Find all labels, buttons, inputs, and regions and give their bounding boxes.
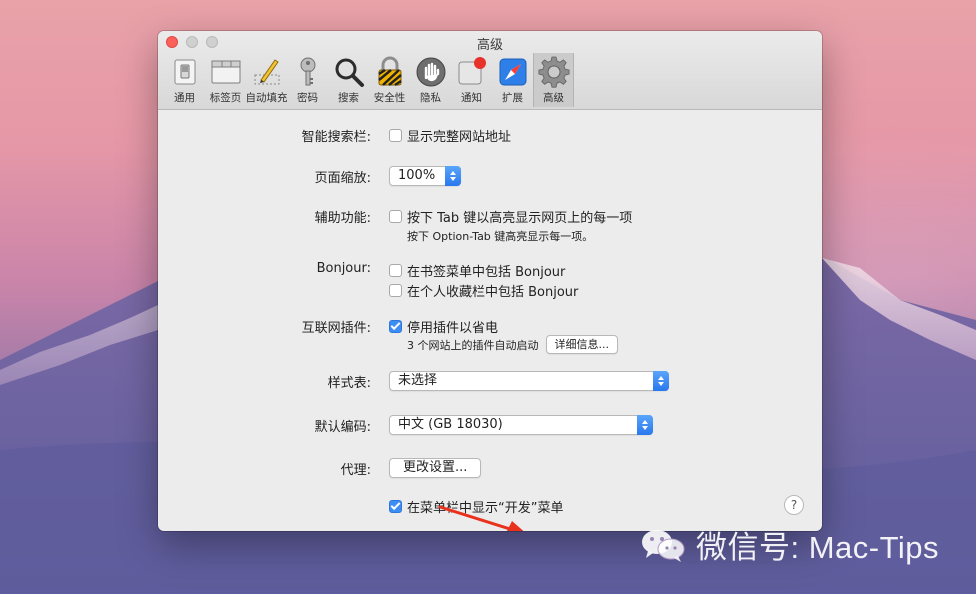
default-encoding-value: 中文 (GB 18030) [398,417,503,432]
default-encoding-select[interactable]: 中文 (GB 18030) [389,415,653,435]
tab-search[interactable]: 搜索 [328,53,369,107]
bonjour-bookmarks-menu-checkbox[interactable] [389,264,402,277]
bonjour-favorites-bar-checkbox[interactable] [389,284,402,297]
show-full-address-checkbox[interactable] [389,129,402,142]
preferences-window: 高级 通用 标签页 自动填充 密码 搜索 安全性 隐私 通知 扩展 高级 智能搜… [158,31,822,531]
stop-plugins-checkbox[interactable] [389,320,402,333]
tab-passwords-label: 密码 [297,92,318,104]
tab-search-label: 搜索 [338,92,359,104]
stylesheet-select[interactable]: 未选择 [389,371,669,391]
tab-tabs[interactable]: 标签页 [205,53,246,107]
tab-extensions[interactable]: 扩展 [492,53,533,107]
lock-icon [377,56,402,87]
accessibility-label: 辅助功能: [314,211,371,226]
switch-icon [174,59,195,85]
bonjour-label: Bonjour: [316,261,371,276]
smart-search-label: 智能搜索栏: [301,130,371,145]
tab-security-label: 安全性 [373,92,406,104]
internet-plugins-label: 互联网插件: [301,321,371,336]
stop-plugins-option[interactable]: 停用插件以省电 [389,317,498,336]
bonjour-favorites-bar-option[interactable]: 在个人收藏栏中包括 Bonjour [389,281,578,300]
tab-tabs-label: 标签页 [209,92,242,104]
show-full-address-text: 显示完整网站地址 [407,130,512,145]
gear-icon [538,56,569,88]
tab-autofill-label: 自动填充 [245,92,288,104]
tab-autofill[interactable]: 自动填充 [245,53,288,107]
tab-general[interactable]: 通用 [164,53,205,107]
tab-privacy[interactable]: 隐私 [410,53,451,107]
bonjour-bookmarks-menu-text: 在书签菜单中包括 Bonjour [407,265,566,280]
stop-plugins-text: 停用插件以省电 [407,321,499,336]
page-zoom-label: 页面缩放: [314,171,371,186]
proxies-control: 更改设置... [389,458,482,478]
plugins-autostart-note: 3 个网站上的插件自动启动 [407,338,539,352]
tabs-icon [211,60,240,84]
notification-icon [458,57,486,85]
tab-extensions-label: 扩展 [502,92,523,104]
wechat-id-text: 微信号: Mac-Tips [696,530,940,565]
plugins-note-row: 3 个网站上的插件自动启动 详细信息... [407,335,618,354]
tab-privacy-label: 隐私 [420,92,441,104]
stylesheet-value: 未选择 [398,373,438,388]
pencil-icon [254,59,279,85]
magnifier-icon [335,58,364,87]
select-arrows-icon [445,166,461,186]
tab-security[interactable]: 安全性 [369,53,410,107]
help-button[interactable]: ? [784,495,804,515]
proxies-label: 代理: [340,463,371,478]
bonjour-favorites-bar-text: 在个人收藏栏中包括 Bonjour [407,285,579,300]
show-full-address-option[interactable]: 显示完整网站地址 [389,126,511,145]
tab-notifications-label: 通知 [461,92,482,104]
tab-highlight-checkbox[interactable] [389,210,402,223]
page-zoom-select[interactable]: 100% [389,166,461,186]
hand-icon [416,57,445,87]
tab-advanced[interactable]: 高级 [533,53,574,107]
default-encoding-label: 默认编码: [314,420,371,435]
key-icon [300,57,315,86]
option-tab-note: 按下 Option-Tab 键高亮显示每一项。 [407,230,594,243]
page-zoom-value: 100% [398,168,436,183]
tab-passwords[interactable]: 密码 [287,53,328,107]
select-arrows-icon [653,371,669,391]
bonjour-bookmarks-menu-option[interactable]: 在书签菜单中包括 Bonjour [389,261,565,280]
plugins-details-button[interactable]: 详细信息... [545,335,618,354]
wechat-watermark: 微信号: Mac-Tips [640,522,939,567]
default-encoding-control: 中文 (GB 18030) [389,415,653,435]
change-settings-button[interactable]: 更改设置... [389,458,482,478]
stylesheet-label: 样式表: [327,376,371,391]
compass-icon [499,58,526,86]
page-zoom-control: 100% [389,166,461,186]
select-arrows-icon [637,415,653,435]
wechat-logo-icon [642,529,685,562]
tab-notifications[interactable]: 通知 [451,53,492,107]
tab-highlight-text: 按下 Tab 键以高亮显示网页上的每一项 [407,211,633,226]
titlebar: 高级 通用 标签页 自动填充 密码 搜索 安全性 隐私 通知 扩展 高级 [158,31,822,110]
tab-general-label: 通用 [174,92,195,104]
tab-highlight-option[interactable]: 按下 Tab 键以高亮显示网页上的每一项 [389,207,632,226]
red-arrow-annotation [438,505,524,531]
stylesheet-control: 未选择 [389,371,669,391]
show-develop-menu-checkbox[interactable] [389,500,402,513]
tab-advanced-label: 高级 [543,92,564,104]
window-title: 高级 [476,38,503,53]
preferences-toolbar: 通用 标签页 自动填充 密码 搜索 安全性 隐私 通知 扩展 高级 [164,53,574,107]
